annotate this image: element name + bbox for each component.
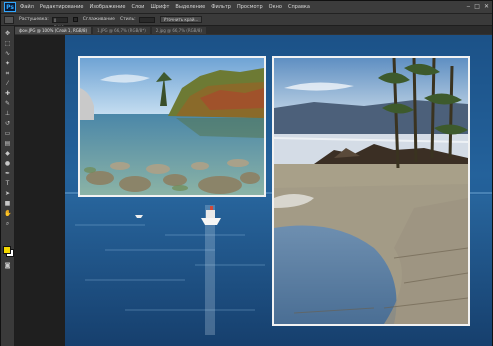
lasso-tool-icon[interactable]: ∿ (4, 50, 11, 57)
type-tool-icon[interactable]: T (4, 180, 11, 187)
pen-tool-icon[interactable]: ✒ (4, 170, 11, 177)
tab-background-doc[interactable]: фон.JPG @ 100% (Слой 1, RGB/8) (15, 27, 92, 34)
menu-filter[interactable]: Фильтр (211, 4, 231, 10)
menu-help[interactable]: Справка (288, 4, 310, 10)
rocky-shore-image (274, 58, 468, 324)
tools-panel: ✥ ⬚ ∿ ✦ ⌗ ⁄ ✚ ✎ ⊥ ↺ ▭ ▤ ◆ ● ✒ T ➤ ■ ✋ ⌕ … (1, 26, 15, 346)
window-controls: ‒ □ ✕ (466, 2, 489, 12)
close-icon[interactable]: ✕ (484, 2, 489, 12)
menu-bar: Ps Файл Редактирование Изображение Слои … (1, 1, 492, 14)
path-selection-tool-icon[interactable]: ➤ (4, 190, 11, 197)
menu-view[interactable]: Просмотр (237, 4, 263, 10)
antialias-checkbox[interactable] (72, 17, 78, 22)
quick-mask-icon[interactable]: ◙ (4, 262, 11, 269)
menu-type[interactable]: Шрифт (150, 4, 169, 10)
document-tabs: фон.JPG @ 100% (Слой 1, RGB/8) 1.JPG @ 6… (15, 26, 492, 34)
menu-layers[interactable]: Слои (131, 4, 144, 10)
eyedropper-tool-icon[interactable]: ⁄ (4, 80, 11, 87)
brush-tool-icon[interactable]: ✎ (4, 100, 11, 107)
clone-stamp-tool-icon[interactable]: ⊥ (4, 110, 11, 117)
eraser-tool-icon[interactable]: ▭ (4, 130, 11, 137)
menu-edit[interactable]: Редактирование (40, 4, 84, 10)
style-label: Стиль: (119, 17, 136, 22)
minimize-icon[interactable]: ‒ (466, 2, 470, 12)
document-canvas[interactable] (65, 35, 492, 346)
foreground-color-swatch[interactable] (3, 246, 11, 254)
zoom-tool-icon[interactable]: ⌕ (4, 220, 11, 227)
feather-label: Растушевка: (19, 17, 49, 22)
marquee-tool-preset-icon[interactable] (4, 15, 14, 24)
options-bar: Растушевка: 0 пикс Сглаживание Стиль: Ут… (1, 14, 492, 29)
menu-window[interactable]: Окно (269, 4, 282, 10)
move-tool-icon[interactable]: ✥ (4, 30, 11, 37)
refine-edge-button[interactable]: Уточнить край... (159, 16, 203, 23)
feather-input[interactable]: 0 пикс (51, 16, 68, 29)
style-select[interactable] (138, 16, 155, 23)
gradient-tool-icon[interactable]: ▤ (4, 140, 11, 147)
lake-island-image (80, 58, 264, 195)
dodge-tool-icon[interactable]: ● (4, 160, 11, 167)
maximize-icon[interactable]: □ (474, 2, 480, 12)
magic-wand-tool-icon[interactable]: ✦ (4, 60, 11, 67)
healing-brush-tool-icon[interactable]: ✚ (4, 90, 11, 97)
canvas-area[interactable] (15, 35, 492, 346)
menu-select[interactable]: Выделение (175, 4, 205, 10)
menu-image[interactable]: Изображение (89, 4, 125, 10)
menu-file[interactable]: Файл (20, 4, 34, 10)
tab-doc-2[interactable]: 2.jpg @ 66,7% (RGB/8) (151, 27, 206, 34)
antialias-label: Сглаживание (82, 17, 115, 22)
photoshop-logo-icon: Ps (4, 2, 16, 12)
hand-tool-icon[interactable]: ✋ (4, 210, 11, 217)
shape-tool-icon[interactable]: ■ (4, 200, 11, 207)
history-brush-tool-icon[interactable]: ↺ (4, 120, 11, 127)
blur-tool-icon[interactable]: ◆ (4, 150, 11, 157)
tab-doc-1[interactable]: 1.JPG @ 66,7% (RGB/8*) (93, 27, 150, 34)
photo-rocky-shore[interactable] (272, 56, 470, 326)
photoshop-window: Ps Файл Редактирование Изображение Слои … (0, 0, 493, 346)
marquee-tool-icon[interactable]: ⬚ (4, 40, 11, 47)
crop-tool-icon[interactable]: ⌗ (4, 70, 11, 77)
photo-lake-island[interactable] (78, 56, 266, 197)
